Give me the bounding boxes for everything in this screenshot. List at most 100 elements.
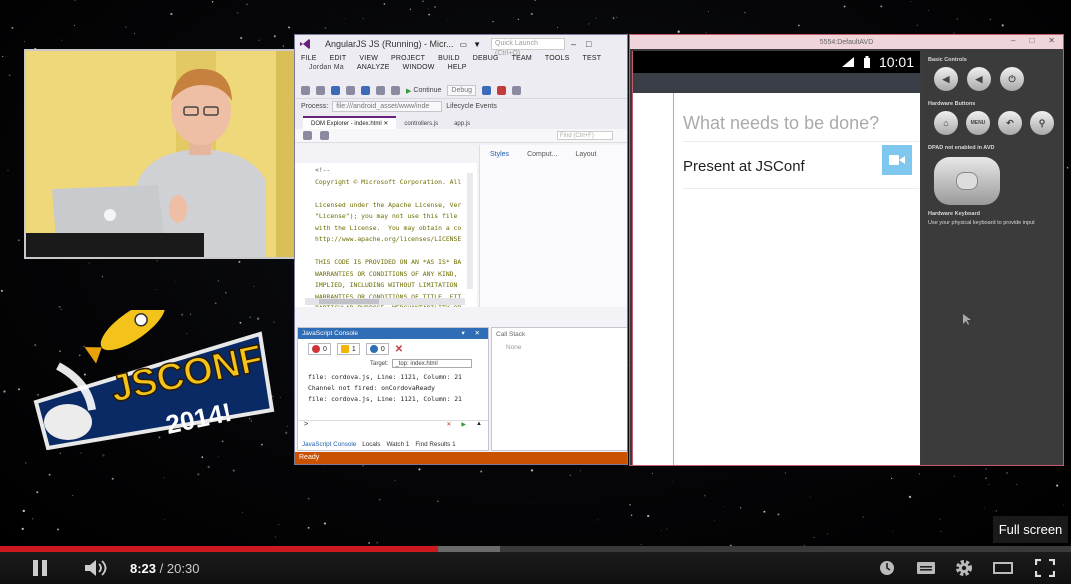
power-button[interactable]: ⏻	[1000, 67, 1024, 91]
code-line: Licensed under the Apache License, Ver	[315, 200, 462, 209]
vs-menubar: FILE EDIT VIEW PROJECT BUILD DEBUG TEAM …	[295, 53, 627, 83]
menu-project[interactable]: PROJECT	[391, 55, 425, 62]
tab-dom-explorer[interactable]: DOM Explorer - index.html ✕	[303, 116, 397, 129]
restart-icon[interactable]	[512, 86, 522, 95]
time-display: 8:23 / 20:30	[130, 561, 199, 576]
clear-console-icon[interactable]: ✕	[395, 344, 403, 355]
dpad-label: DPAD not enabled in AVD	[928, 145, 995, 151]
tab-locals[interactable]: Locals	[362, 441, 380, 448]
tab-styles[interactable]: Styles	[490, 151, 509, 158]
volume-up-button[interactable]: ◀	[967, 67, 991, 91]
continue-button[interactable]: ▶ Continue	[406, 87, 441, 95]
messages-filter[interactable]: 0	[365, 343, 389, 355]
captions-button[interactable]	[917, 562, 935, 574]
clock: 10:01	[878, 54, 914, 70]
find-input[interactable]: Find (Ctrl+F)	[557, 131, 613, 140]
multiline-icon[interactable]: ▲	[476, 421, 482, 430]
notification-icon[interactable]: ▭	[460, 40, 468, 49]
tab-watch-1[interactable]: Watch 1	[386, 441, 409, 448]
menu-help[interactable]: HELP	[448, 64, 467, 71]
redo-icon[interactable]	[391, 86, 400, 95]
quick-launch-input[interactable]: Quick Launch (Ctrl+Q)	[491, 38, 566, 57]
vs-user-name[interactable]: Jordan Ma	[309, 64, 344, 71]
settings-button[interactable]	[955, 559, 973, 577]
video-camera-icon	[889, 155, 905, 165]
info-icon	[369, 345, 378, 353]
dpad[interactable]	[934, 157, 1000, 205]
tab-layout[interactable]: Layout	[575, 151, 596, 158]
tab-javascript-console[interactable]: JavaScript Console	[302, 441, 356, 448]
video-camera-button[interactable]	[882, 145, 912, 175]
menu-edit[interactable]: EDIT	[330, 55, 347, 62]
configuration-select[interactable]: Debug	[447, 85, 477, 96]
select-element-icon[interactable]	[303, 131, 312, 140]
vertical-scrollbar[interactable]	[467, 173, 473, 289]
vs-toolbar: ▶ Continue Debug	[295, 83, 627, 99]
new-project-icon[interactable]	[331, 86, 340, 95]
back-icon[interactable]	[301, 86, 310, 95]
dom-explorer-code[interactable]: <!-- Copyright © Microsoft Corporation. A…	[295, 163, 477, 307]
errors-filter[interactable]: 0	[308, 343, 331, 355]
save-icon[interactable]	[361, 86, 370, 95]
minimize-icon[interactable]: –	[1011, 36, 1015, 45]
dpad-center[interactable]	[956, 172, 978, 190]
menu-build[interactable]: BUILD	[438, 55, 460, 62]
tab-controllers-js[interactable]: controllers.js	[396, 119, 446, 129]
maximize-icon[interactable]: □	[1029, 36, 1034, 45]
volume-down-button[interactable]: ◀	[934, 67, 958, 91]
menu-tools[interactable]: TOOLS	[545, 55, 570, 62]
menu-view[interactable]: VIEW	[359, 55, 378, 62]
watch-later-button[interactable]	[879, 560, 895, 576]
menu-window[interactable]: WINDOW	[403, 64, 435, 71]
process-select[interactable]: file:///android_asset/www/inde	[332, 101, 443, 112]
refresh-icon[interactable]	[320, 131, 329, 140]
pin-icon[interactable]: ▾ ✕	[461, 328, 488, 339]
warnings-filter[interactable]: 1	[336, 343, 360, 355]
clear-input-icon[interactable]: ✕	[446, 421, 451, 430]
lifecycle-events-button[interactable]: Lifecycle Events	[446, 103, 497, 110]
theater-mode-button[interactable]	[993, 562, 1013, 574]
target-select[interactable]: _top: index.html	[392, 359, 473, 368]
menu-team[interactable]: TEAM	[512, 55, 532, 62]
undo-icon[interactable]	[376, 86, 385, 95]
visual-studio-window[interactable]: AngularJS JS (Running) - Micr... ▭ ▼ Qui…	[294, 34, 628, 465]
maximize-icon[interactable]: □	[586, 39, 591, 49]
console-input[interactable]: > ✕ ▶ ▲	[298, 420, 488, 430]
search-button[interactable]: ⚲	[1030, 111, 1054, 135]
vs-process-bar: Process: file:///android_asset/www/inde …	[295, 99, 627, 114]
home-button[interactable]: ⌂	[934, 111, 958, 135]
menu-test[interactable]: TEST	[583, 55, 602, 62]
emulator-screen[interactable]: 10:01 What needs to be done? Present at …	[632, 51, 920, 465]
console-line: Channel not fired: onCordovaReady	[308, 384, 435, 392]
menu-file[interactable]: FILE	[301, 55, 317, 62]
break-all-icon[interactable]	[482, 86, 492, 95]
run-icon[interactable]: ▶	[461, 421, 466, 430]
battery-icon	[863, 55, 870, 68]
menu-debug[interactable]: DEBUG	[473, 55, 499, 62]
fullscreen-button[interactable]	[1035, 559, 1055, 577]
filter-icon[interactable]: ▼	[473, 40, 481, 49]
tab-app-js[interactable]: app.js	[446, 119, 478, 129]
tab-computed[interactable]: Comput...	[527, 151, 557, 158]
current-time: 8:23	[130, 560, 157, 576]
close-icon[interactable]: ✕	[1048, 36, 1055, 45]
vs-window-title: AngularJS JS (Running) - Micr...	[325, 39, 454, 49]
forward-icon[interactable]	[316, 86, 325, 95]
volume-button[interactable]	[84, 559, 110, 577]
back-button[interactable]: ↶	[998, 111, 1022, 135]
menu-analyze[interactable]: ANALYZE	[357, 64, 390, 71]
new-todo-input[interactable]: What needs to be done?	[683, 104, 919, 142]
tab-find-results-1[interactable]: Find Results 1	[415, 441, 455, 448]
pause-button[interactable]	[32, 559, 48, 577]
android-emulator-window[interactable]: 5554:DefaultAVD – □ ✕ 10:01 What needs t…	[629, 34, 1064, 466]
open-icon[interactable]	[346, 86, 355, 95]
code-line: Copyright © Microsoft Corporation. All	[315, 177, 462, 186]
console-target: Target: _top: index.html	[298, 359, 488, 368]
horizontal-scrollbar[interactable]	[305, 298, 465, 305]
video-frame[interactable]: JSCONF 2014! AngularJS JS (Running) - Mi…	[0, 0, 1071, 546]
minimize-icon[interactable]: –	[571, 39, 576, 49]
warning-icon	[340, 345, 349, 353]
stop-debugging-icon[interactable]	[497, 86, 507, 95]
menu-button[interactable]: MENU	[966, 111, 990, 135]
